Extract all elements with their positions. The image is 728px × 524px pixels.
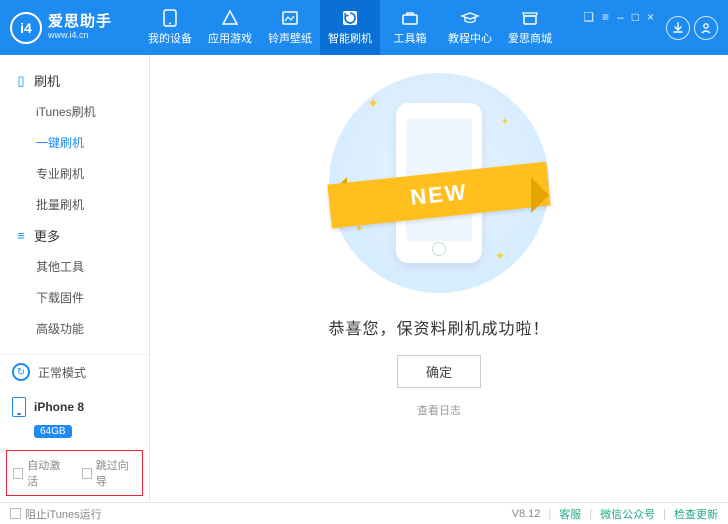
checkbox-skip-guide[interactable]: 跳过向导 bbox=[82, 457, 137, 489]
tab-label: 我的设备 bbox=[148, 30, 192, 46]
brand-url: www.i4.cn bbox=[48, 31, 112, 41]
tab-flash[interactable]: 智能刷机 bbox=[320, 0, 380, 55]
download-button[interactable] bbox=[666, 16, 690, 40]
view-log-link[interactable]: 查看日志 bbox=[417, 402, 461, 418]
sidebar-item-download-firmware[interactable]: 下载固件 bbox=[0, 282, 149, 313]
menu-icon[interactable]: ❏ bbox=[583, 10, 594, 24]
checkbox-icon bbox=[10, 508, 21, 519]
options-highlight: 自动激活 跳过向导 bbox=[6, 450, 143, 496]
settings-icon[interactable]: ≡ bbox=[602, 10, 609, 24]
mode-label: 正常模式 bbox=[38, 364, 86, 381]
phone-icon: ▯ bbox=[14, 73, 28, 89]
tab-label: 爱思商城 bbox=[508, 30, 552, 46]
more-icon: ≡ bbox=[14, 228, 28, 243]
apps-icon bbox=[220, 9, 240, 27]
tab-label: 教程中心 bbox=[448, 30, 492, 46]
sidebar-item-batch-flash[interactable]: 批量刷机 bbox=[0, 189, 149, 220]
window-controls: ❏ ≡ – □ × bbox=[583, 10, 728, 46]
sparkle-icon: ✦ bbox=[495, 249, 505, 263]
tab-label: 应用游戏 bbox=[208, 30, 252, 46]
checkbox-auto-activate[interactable]: 自动激活 bbox=[13, 457, 68, 489]
flash-icon bbox=[340, 9, 360, 27]
new-ribbon: NEW bbox=[311, 169, 567, 221]
separator: | bbox=[548, 508, 551, 520]
main-content: ✦ ✦ ✦ ✦ NEW 恭喜您，保资料刷机成功啦！ 确定 查看日志 bbox=[150, 55, 728, 502]
logo-icon: i4 bbox=[10, 12, 42, 44]
sidebar-item-oneclick-flash[interactable]: 一键刷机 bbox=[0, 127, 149, 158]
storage-badge: 64GB bbox=[34, 425, 72, 438]
checkbox-label: 自动激活 bbox=[27, 457, 67, 489]
app-logo: i4 爱思助手 www.i4.cn bbox=[10, 12, 140, 44]
sidebar-group-flash: ▯ 刷机 bbox=[0, 65, 149, 96]
sidebar-item-pro-flash[interactable]: 专业刷机 bbox=[0, 158, 149, 189]
toolbox-icon bbox=[400, 9, 420, 27]
checkbox-label: 阻止iTunes运行 bbox=[25, 506, 102, 522]
sidebar-item-itunes-flash[interactable]: iTunes刷机 bbox=[0, 96, 149, 127]
device-icon bbox=[160, 9, 180, 27]
tutorial-icon bbox=[460, 9, 480, 27]
sidebar-group-more: ≡ 更多 bbox=[0, 220, 149, 251]
brand-name: 爱思助手 bbox=[48, 14, 112, 31]
user-button[interactable] bbox=[694, 16, 718, 40]
separator: | bbox=[589, 508, 592, 520]
tab-toolbox[interactable]: 工具箱 bbox=[380, 0, 440, 55]
tab-my-device[interactable]: 我的设备 bbox=[140, 0, 200, 55]
checkbox-icon bbox=[82, 468, 92, 479]
link-wechat[interactable]: 微信公众号 bbox=[600, 506, 655, 522]
ok-button[interactable]: 确定 bbox=[397, 355, 481, 388]
iphone-icon bbox=[12, 397, 26, 417]
wallpaper-icon bbox=[280, 9, 300, 27]
link-support[interactable]: 客服 bbox=[559, 506, 581, 522]
tab-label: 智能刷机 bbox=[328, 30, 372, 46]
checkbox-icon bbox=[13, 468, 23, 479]
tab-store[interactable]: 爱思商城 bbox=[500, 0, 560, 55]
version-label: V8.12 bbox=[512, 508, 541, 520]
device-mode[interactable]: ↻ 正常模式 bbox=[0, 355, 149, 389]
sparkle-icon: ✦ bbox=[365, 94, 380, 113]
refresh-icon: ↻ bbox=[12, 363, 30, 381]
store-icon bbox=[520, 9, 540, 27]
sidebar-item-other-tools[interactable]: 其他工具 bbox=[0, 251, 149, 282]
status-bar: 阻止iTunes运行 V8.12 | 客服 | 微信公众号 | 检查更新 bbox=[0, 502, 728, 524]
link-check-update[interactable]: 检查更新 bbox=[674, 506, 718, 522]
tab-label: 铃声壁纸 bbox=[268, 30, 312, 46]
separator: | bbox=[663, 508, 666, 520]
success-illustration: ✦ ✦ ✦ ✦ NEW bbox=[329, 73, 549, 293]
group-title: 刷机 bbox=[34, 71, 60, 90]
checkbox-block-itunes[interactable]: 阻止iTunes运行 bbox=[10, 506, 102, 522]
checkbox-label: 跳过向导 bbox=[96, 457, 136, 489]
sidebar-item-advanced[interactable]: 高级功能 bbox=[0, 313, 149, 344]
success-message: 恭喜您，保资料刷机成功啦！ bbox=[328, 315, 549, 339]
tab-apps[interactable]: 应用游戏 bbox=[200, 0, 260, 55]
minimize-icon[interactable]: – bbox=[617, 10, 624, 24]
tab-tutorials[interactable]: 教程中心 bbox=[440, 0, 500, 55]
close-icon[interactable]: × bbox=[647, 10, 654, 24]
sidebar: ▯ 刷机 iTunes刷机 一键刷机 专业刷机 批量刷机 ≡ 更多 其他工具 下… bbox=[0, 55, 150, 502]
ribbon-text: NEW bbox=[327, 162, 550, 229]
sparkle-icon: ✦ bbox=[501, 117, 509, 128]
device-name: iPhone 8 bbox=[34, 400, 84, 414]
title-bar: i4 爱思助手 www.i4.cn 我的设备 应用游戏 铃声壁纸 智能刷机 工具… bbox=[0, 0, 728, 55]
group-title: 更多 bbox=[34, 226, 60, 245]
tab-label: 工具箱 bbox=[394, 30, 427, 46]
maximize-icon[interactable]: □ bbox=[632, 10, 639, 24]
nav-tabs: 我的设备 应用游戏 铃声壁纸 智能刷机 工具箱 教程中心 爱思商城 bbox=[140, 0, 560, 55]
tab-ringtones[interactable]: 铃声壁纸 bbox=[260, 0, 320, 55]
connected-device[interactable]: iPhone 8 64GB bbox=[0, 389, 149, 446]
